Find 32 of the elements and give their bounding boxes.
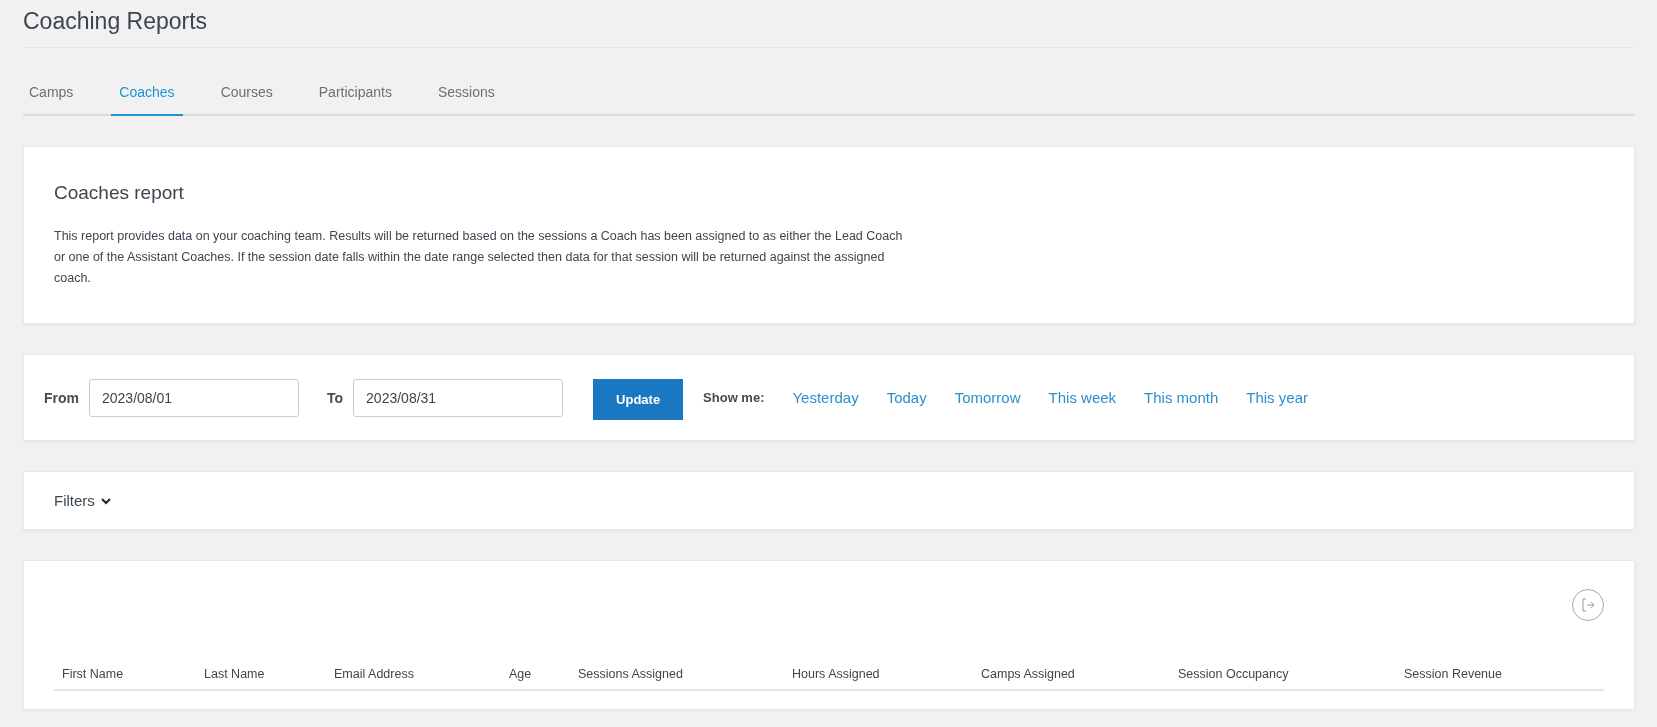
update-button[interactable]: Update — [593, 379, 684, 420]
column-header: Last Name — [204, 667, 266, 681]
column-header: Session Occupancy — [1178, 667, 1290, 681]
tab[interactable]: Courses — [212, 74, 281, 116]
export-button[interactable] — [1572, 589, 1604, 621]
tab[interactable]: Participants — [310, 74, 400, 116]
column-header: First Name — [62, 667, 125, 681]
report-title: Coaches report — [54, 182, 185, 204]
show-me-label: Show me: — [703, 390, 765, 405]
from-date-field[interactable]: 2023/08/01 — [89, 378, 299, 417]
column-header: Email Address — [334, 667, 415, 681]
quick-range-link[interactable]: This month — [1144, 389, 1219, 406]
filters-toggle[interactable]: Filters — [54, 492, 112, 509]
report-description: This report provides data on your coaching team. Results will be returned based on the sessions a Coach has been assigned to as either the Lead Coach or one of the Assistant Coaches. If the session date falls within the date range selected then data for that session will be returned against the assigned coach. — [54, 228, 904, 287]
quick-range-link[interactable]: Today — [886, 389, 927, 406]
tab[interactable]: Coaches — [111, 74, 183, 116]
quick-range-link[interactable]: Yesterday — [792, 389, 859, 406]
column-header: Session Revenue — [1404, 667, 1503, 681]
quick-range-link[interactable]: Tomorrow — [954, 389, 1021, 406]
column-header: Sessions Assigned — [578, 667, 684, 681]
page-title: Coaching Reports — [23, 0, 1635, 48]
column-header: Camps Assigned — [981, 667, 1076, 681]
tab[interactable]: Camps — [23, 74, 82, 116]
quick-range-link[interactable]: This year — [1246, 389, 1308, 406]
quick-range-link[interactable]: This week — [1048, 389, 1117, 406]
export-icon — [1580, 597, 1596, 613]
column-header: Hours Assigned — [792, 667, 881, 681]
from-label: From — [44, 389, 79, 406]
to-label: To — [327, 389, 344, 406]
tab[interactable]: Sessions — [429, 74, 503, 116]
to-date-field[interactable]: 2023/08/31 — [353, 378, 564, 417]
column-header: Age — [509, 667, 533, 681]
